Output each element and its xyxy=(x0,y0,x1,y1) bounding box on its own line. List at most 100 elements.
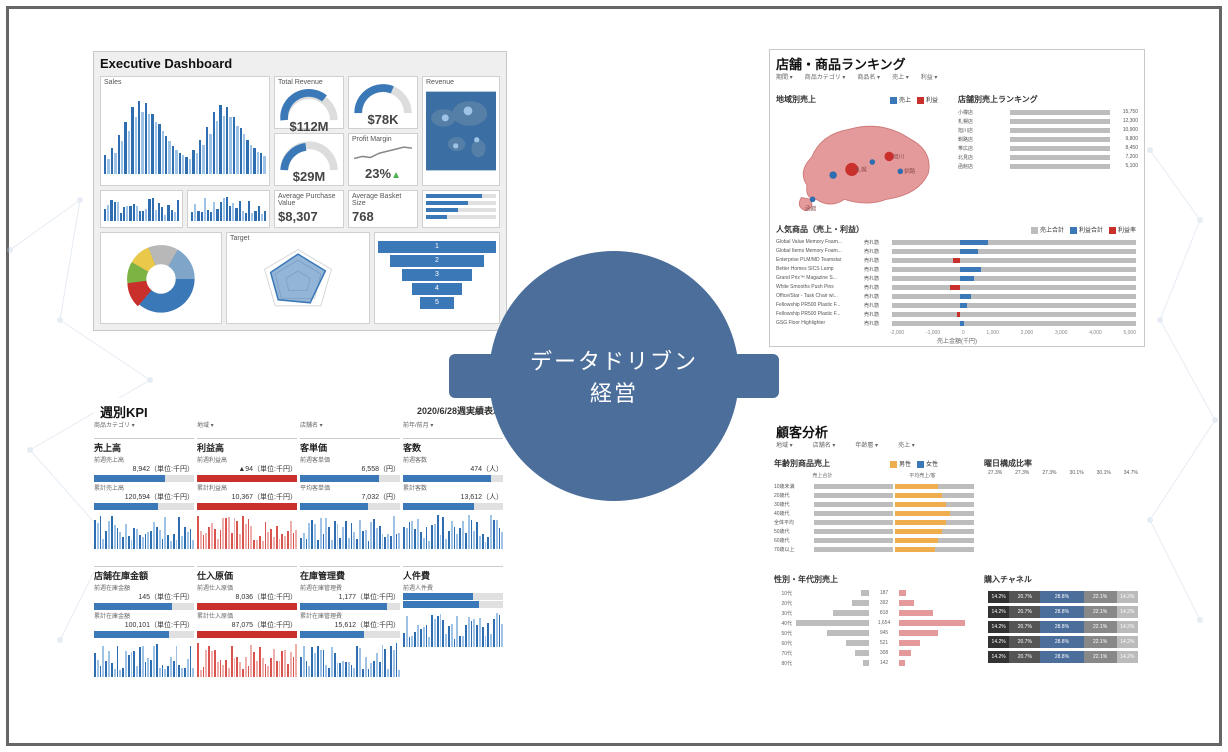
product-cat: 売れ筋 xyxy=(864,239,890,246)
age-pyramid: 10代18720代39230代81840代1,65450代94560代52170… xyxy=(774,588,974,668)
axis-label: 売上金額(千円) xyxy=(937,336,977,345)
pyramid-row: 60代521 xyxy=(774,638,974,648)
channel-seg: 20.7% xyxy=(1009,621,1040,633)
product-cat: 売れ筋 xyxy=(864,248,890,255)
product-row: Office/Star - Task Chair wi...売れ筋 xyxy=(776,292,1136,300)
product-name: Office/Star - Task Chair wi... xyxy=(776,293,862,299)
filter-dropdown[interactable]: 商品カテゴリ ▾ xyxy=(805,72,846,81)
store-row: 小樽店15,750 xyxy=(958,108,1138,116)
channel-seg: 20.7% xyxy=(1009,636,1040,648)
filter-dropdown[interactable]: 期間 ▾ xyxy=(776,72,793,81)
filter-dropdown[interactable]: 地域 ▾ xyxy=(776,440,793,449)
kpi-filter[interactable]: 商品カテゴリ ▾ xyxy=(94,420,197,429)
radar-label: Target xyxy=(230,235,366,242)
map-label: Revenue xyxy=(426,79,496,86)
pyr-age: 30代 xyxy=(774,610,792,617)
pyramid-row: 70代308 xyxy=(774,648,974,658)
kpi-block-title: 客単価 xyxy=(300,441,400,454)
pyramid-row: 50代 945 xyxy=(774,628,974,638)
funnel-step: 3 xyxy=(402,269,473,281)
product-name: Grand Prix™ Magazine S... xyxy=(776,275,862,281)
store-value: 8,450 xyxy=(1112,145,1138,151)
pyr-age: 50代 xyxy=(774,630,792,637)
kpi-block-title: 客数 xyxy=(403,441,503,454)
card-pie xyxy=(100,232,222,324)
product-cat: 売れ筋 xyxy=(864,257,890,264)
filter-dropdown[interactable]: 年齢層 ▾ xyxy=(855,440,878,449)
product-cat: 売れ筋 xyxy=(864,275,890,282)
kpi-block: 売上高 前週売上高8,942（単位:千円） 累計売上高120,594（単位:千円… xyxy=(94,438,194,562)
kpi-block: 仕入原価 前週仕入原価8,036（単位:千円） 累計仕入原価87,075（単位:… xyxy=(197,566,297,690)
svg-text:函館: 函館 xyxy=(805,205,817,213)
pyr-count: 945 xyxy=(871,630,897,636)
ranking-filters: 期間 ▾ 商品カテゴリ ▾ 商品名 ▾ 売上 ▾ 利益 ▾ xyxy=(776,72,1138,81)
filter-dropdown[interactable]: 商品名 ▾ xyxy=(857,72,880,81)
kpi-block-title: 在庫管理費 xyxy=(300,569,400,582)
channel-seg: 22.1% xyxy=(1084,636,1117,648)
kpi-filter[interactable]: 店舗名 ▾ xyxy=(300,420,403,429)
store-value: 5,100 xyxy=(1112,163,1138,169)
cust-sec1-title: 年齢別商品売上 xyxy=(774,458,830,469)
age-sales-list: 10歳未満20歳代30歳代40歳代全体平均50歳代60歳代70歳以上 xyxy=(774,482,974,553)
kpi-block-title: 売上高 xyxy=(94,441,194,454)
product-legend: 売上合計 利益合計 利益率 xyxy=(1031,225,1136,234)
age-row: 40歳代 xyxy=(774,509,974,517)
filter-dropdown[interactable]: 売上 ▾ xyxy=(898,440,915,449)
product-name: Enterprise PLM/MD Teamstar xyxy=(776,257,862,263)
store-name: 函館店 xyxy=(958,163,1008,170)
age-row: 30歳代 xyxy=(774,500,974,508)
legend-item: 売上合計 xyxy=(1040,228,1064,234)
pyr-age: 80代 xyxy=(774,660,792,667)
kpi-value: 768 xyxy=(352,209,414,224)
age-row: 全体平均 xyxy=(774,518,974,526)
kpi-block: 在庫管理費 前週在庫管理費1,177（単位:千円） 累計在庫管理費15,612（… xyxy=(300,566,400,690)
channel-bars: 14.2%20.7%28.8%22.1%14.2%14.2%20.7%28.8%… xyxy=(988,588,1138,666)
store-value: 10,900 xyxy=(1112,127,1138,133)
exec-title: Executive Dashboard xyxy=(100,56,500,71)
pyr-count: 521 xyxy=(871,640,897,646)
funnel-step: 5 xyxy=(420,297,453,309)
channel-seg: 14.2% xyxy=(988,591,1009,603)
card-kpi-avg-purchase: Average Purchase Value $8,307 xyxy=(274,190,344,228)
legend-item: 利益率 xyxy=(1118,228,1136,234)
product-cat: 売れ筋 xyxy=(864,320,890,327)
card-gauge-0: Total Revenue $112M xyxy=(274,76,344,129)
kpi-filter[interactable]: 地域 ▾ xyxy=(197,420,300,429)
pyr-count: 1,654 xyxy=(871,620,897,626)
kpi-block-title: 利益高 xyxy=(197,441,297,454)
store-name: 旭川店 xyxy=(958,127,1008,134)
pyr-age: 20代 xyxy=(774,600,792,607)
funnel-step: 2 xyxy=(390,255,484,267)
weekday-stacked xyxy=(988,480,1138,558)
store-value: 7,200 xyxy=(1112,154,1138,160)
pyramid-row: 30代818 xyxy=(774,608,974,618)
svg-text:旭川: 旭川 xyxy=(893,152,904,160)
kpi-block: 客数 前週客数474（人） 累計客数13,612（人） xyxy=(403,438,503,562)
card-trend: Profit Margin 23%▲ xyxy=(348,133,418,186)
channel-row: 14.2%20.7%28.8%22.1%14.2% xyxy=(988,621,1138,633)
panel-customer-analysis: 顧客分析 地域 ▾店舗名 ▾年齢層 ▾売上 ▾ 年齢別商品売上 男性 女性 売上… xyxy=(770,418,1144,696)
channel-seg: 14.2% xyxy=(988,651,1009,663)
store-name: 札幌店 xyxy=(958,118,1008,125)
channel-seg: 22.1% xyxy=(1084,591,1117,603)
kpi-block: 利益高 前週利益高▲94（単位:千円） 累計利益高10,367（単位:千円） xyxy=(197,438,297,562)
filter-dropdown[interactable]: 店舗名 ▾ xyxy=(813,440,836,449)
filter-dropdown[interactable]: 売上 ▾ xyxy=(892,72,909,81)
center-badge: データドリブン 経営 xyxy=(489,251,739,501)
channel-seg: 14.2% xyxy=(1117,606,1138,618)
card-kpi-basket: Average Basket Size 768 xyxy=(348,190,418,228)
cust-sec3-title: 曜日構成比率 xyxy=(984,458,1032,469)
legend-item: 売上 xyxy=(899,98,911,104)
kpi-block: 店舗在庫金額 前週在庫金額145（単位:千円） 累計在庫金額100,101（単位… xyxy=(94,566,194,690)
pyr-count: 308 xyxy=(871,650,897,656)
store-name: 釧路店 xyxy=(958,136,1008,143)
product-row: Fellowship PR500 Plastic F...売れ筋 xyxy=(776,301,1136,309)
channel-seg: 20.7% xyxy=(1009,606,1040,618)
product-name: Global Items Memory Foam... xyxy=(776,248,862,254)
filter-dropdown[interactable]: 利益 ▾ xyxy=(921,72,938,81)
product-name: Fellowship PR500 Plastic F... xyxy=(776,302,862,308)
product-name: GSG Floor Highlighter xyxy=(776,320,862,326)
store-name: 帯広店 xyxy=(958,145,1008,152)
pyr-age: 10代 xyxy=(774,590,792,597)
channel-seg: 28.8% xyxy=(1040,591,1083,603)
